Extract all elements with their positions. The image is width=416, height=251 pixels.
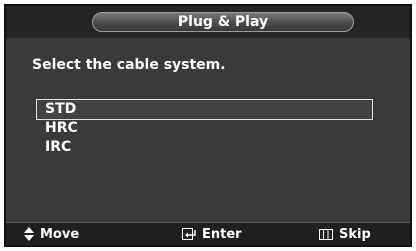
prompt-text: Select the cable system.: [32, 57, 226, 73]
osd-screen: Plug & Play Select the cable system. STD…: [4, 4, 412, 247]
title-pill: Plug & Play: [92, 12, 354, 32]
enter-label: Enter: [202, 226, 242, 242]
option-label: HRC: [45, 120, 78, 136]
page-title: Plug & Play: [177, 14, 269, 30]
enter-button[interactable]: Enter: [182, 225, 242, 243]
move-button[interactable]: Move: [24, 225, 79, 243]
option-label: STD: [45, 101, 77, 117]
footer-bar: Move Enter Skip: [6, 222, 410, 245]
skip-label: Skip: [339, 226, 371, 242]
move-label: Move: [40, 226, 80, 242]
skip-button[interactable]: Skip: [319, 225, 371, 243]
title-bar: Plug & Play: [6, 6, 410, 38]
option-std[interactable]: STD: [36, 99, 373, 120]
cable-system-list: STD HRC IRC: [36, 99, 373, 158]
enter-icon: [182, 228, 196, 240]
option-hrc[interactable]: HRC: [36, 118, 373, 139]
up-down-arrow-icon: [24, 227, 34, 241]
option-irc[interactable]: IRC: [36, 137, 373, 158]
option-label: IRC: [45, 139, 72, 155]
menu-icon: [319, 228, 333, 240]
